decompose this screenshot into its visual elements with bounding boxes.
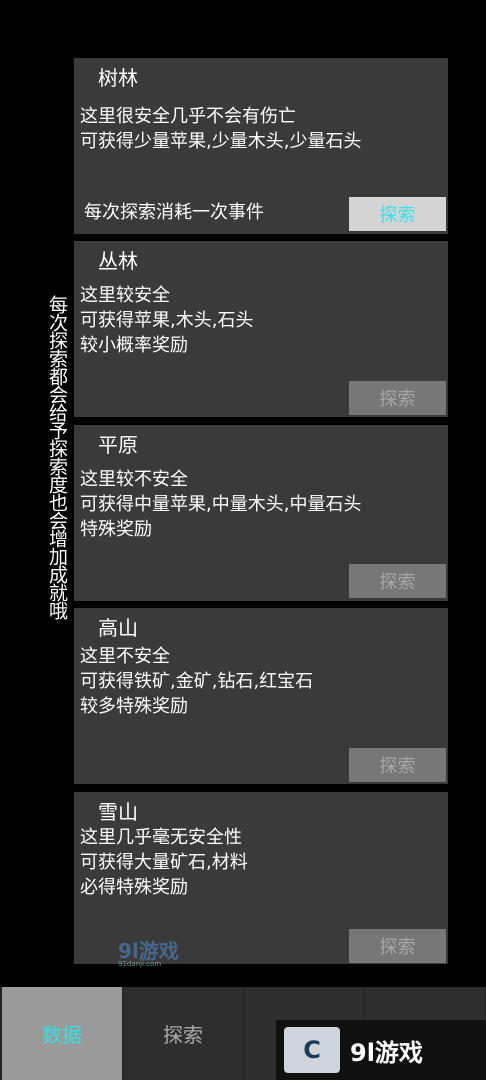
location-card-plain: 平原 这里较不安全 可获得中量苹果,中量木头,中量石头 特殊奖励 探索 (74, 425, 448, 601)
cz-logo-icon: C (284, 1027, 340, 1073)
corner-watermark: C 9l游戏 (276, 1020, 486, 1080)
explore-button-plain[interactable]: 探索 (349, 564, 446, 598)
explore-button-snow-mountain[interactable]: 探索 (349, 929, 446, 963)
location-card-mountain: 高山 这里不安全 可获得铁矿,金矿,钻石,红宝石 较多特殊奖励 探索 (74, 608, 448, 784)
explore-cost-note: 每次探索消耗一次事件 (84, 202, 264, 223)
tab-explore[interactable]: 探索 (123, 987, 243, 1080)
location-desc: 这里较不安全 可获得中量苹果,中量木头,中量石头 特殊奖励 (80, 469, 362, 540)
location-desc: 这里较安全 可获得苹果,木头,石头 较小概率奖励 (80, 285, 254, 356)
explore-button-forest[interactable]: 探索 (349, 197, 446, 231)
corner-watermark-text: 9l游戏 (350, 1038, 423, 1067)
location-title: 平原 (98, 433, 138, 457)
explore-button-jungle[interactable]: 探索 (349, 381, 446, 415)
location-title: 丛林 (98, 249, 138, 273)
explore-button-mountain[interactable]: 探索 (349, 748, 446, 782)
location-desc: 这里不安全 可获得铁矿,金矿,钻石,红宝石 较多特殊奖励 (80, 646, 314, 717)
tab-data[interactable]: 数据 (2, 987, 122, 1080)
location-title: 树林 (98, 66, 138, 90)
location-card-forest: 树林 这里很安全几乎不会有伤亡 可获得少量苹果,少量木头,少量石头 每次探索消耗… (74, 58, 448, 234)
side-note: 每次探索都会给予探索度也会增加成就哦 (46, 295, 68, 619)
location-desc: 这里很安全几乎不会有伤亡 可获得少量苹果,少量木头,少量石头 (80, 106, 362, 152)
location-card-jungle: 丛林 这里较安全 可获得苹果,木头,石头 较小概率奖励 探索 (74, 241, 448, 417)
watermark-logo: 9l游戏 91danji.com (118, 935, 179, 968)
location-title: 高山 (98, 616, 138, 640)
location-title: 雪山 (98, 800, 138, 824)
location-desc: 这里几乎毫无安全性 可获得大量矿石,材料 必得特殊奖励 (80, 827, 248, 898)
